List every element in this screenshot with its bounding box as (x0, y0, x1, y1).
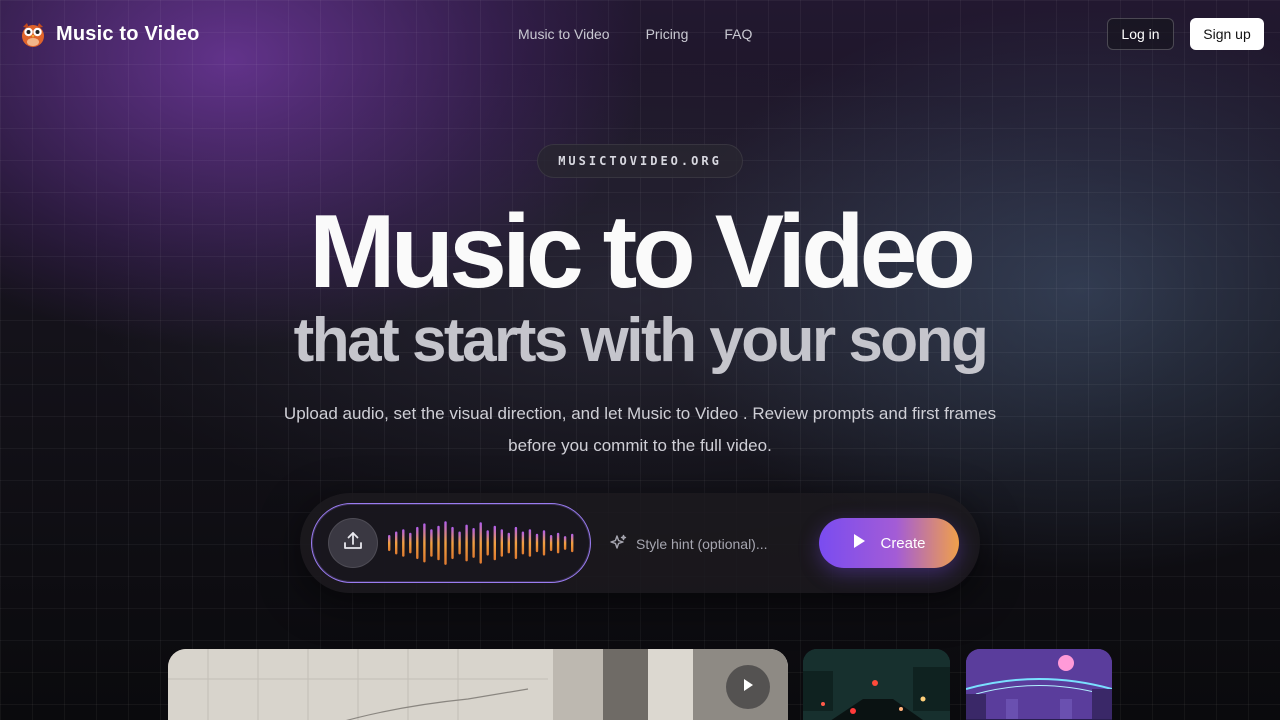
preview-play-button[interactable] (726, 665, 770, 709)
waveform-bar (549, 535, 553, 552)
city-night-image (803, 649, 950, 720)
waveform-bar (571, 533, 574, 553)
waveform-bar (416, 526, 419, 560)
waveform-bar (423, 523, 426, 563)
waveform-bar (493, 525, 496, 561)
upload-icon (342, 530, 364, 557)
preview-video-main[interactable] (168, 649, 788, 720)
waveform-bar (542, 530, 546, 556)
create-button[interactable]: Create (819, 518, 959, 568)
waveform-bar (465, 524, 468, 562)
neon-city-image (966, 649, 1112, 720)
style-hint-placeholder: Style hint (optional)... (636, 536, 768, 552)
waveform-bar (535, 533, 539, 553)
waveform-bar (528, 529, 532, 557)
hero-description-line-1: Upload audio, set the visual direction, … (283, 404, 997, 423)
waveform-bar (556, 532, 560, 554)
waveform-bar (395, 531, 398, 555)
top-navbar: Music to Video Music to Video Pricing FA… (0, 0, 1280, 70)
nav-links: Music to Video Pricing FAQ (518, 26, 752, 42)
hero-title: Music to Video (309, 194, 976, 310)
owl-icon (20, 20, 46, 48)
preview-thumbnail-neon[interactable] (966, 649, 1112, 720)
login-button[interactable]: Log in (1107, 18, 1174, 50)
signup-button[interactable]: Sign up (1190, 18, 1264, 50)
waveform-bar (402, 529, 405, 557)
waveform-bar (444, 521, 447, 565)
nav-link-faq[interactable]: FAQ (724, 26, 752, 42)
preview-main-image (168, 649, 788, 720)
hero-subtitle: that starts with your song (293, 306, 989, 375)
preview-thumbnail-city[interactable] (803, 649, 950, 720)
waveform-bar (514, 526, 518, 560)
sparkle-icon (608, 533, 628, 556)
create-button-label: Create (880, 534, 926, 552)
play-icon (852, 533, 866, 553)
waveform-bar (507, 532, 510, 554)
domain-badge: MUSICTOVIDEO.ORG (537, 144, 743, 178)
style-hint-input[interactable]: Style hint (optional)... (608, 531, 768, 557)
waveform-bar (451, 526, 454, 560)
waveform-bar (563, 536, 567, 550)
waveform-bar (500, 529, 503, 557)
waveform-bar (437, 525, 440, 561)
waveform-bar (472, 528, 475, 558)
waveform-bar (486, 530, 489, 556)
waveform-bar (458, 531, 461, 555)
hero-description: Upload audio, set the visual direction, … (240, 398, 1040, 462)
upload-button[interactable] (328, 518, 378, 568)
hero-description-line-2: before you commit to the full video. (508, 436, 772, 455)
waveform-bar (430, 529, 433, 557)
audio-waveform (388, 521, 574, 565)
waveform-bar (521, 531, 525, 555)
waveform-bar (409, 532, 412, 554)
waveform-bar (388, 535, 391, 552)
brand-logo-link[interactable]: Music to Video (20, 20, 200, 48)
brand-name: Music to Video (56, 22, 200, 45)
play-icon (741, 677, 755, 698)
nav-link-pricing[interactable]: Pricing (646, 26, 689, 42)
waveform-bar (479, 522, 482, 564)
nav-link-music-to-video[interactable]: Music to Video (518, 26, 610, 42)
